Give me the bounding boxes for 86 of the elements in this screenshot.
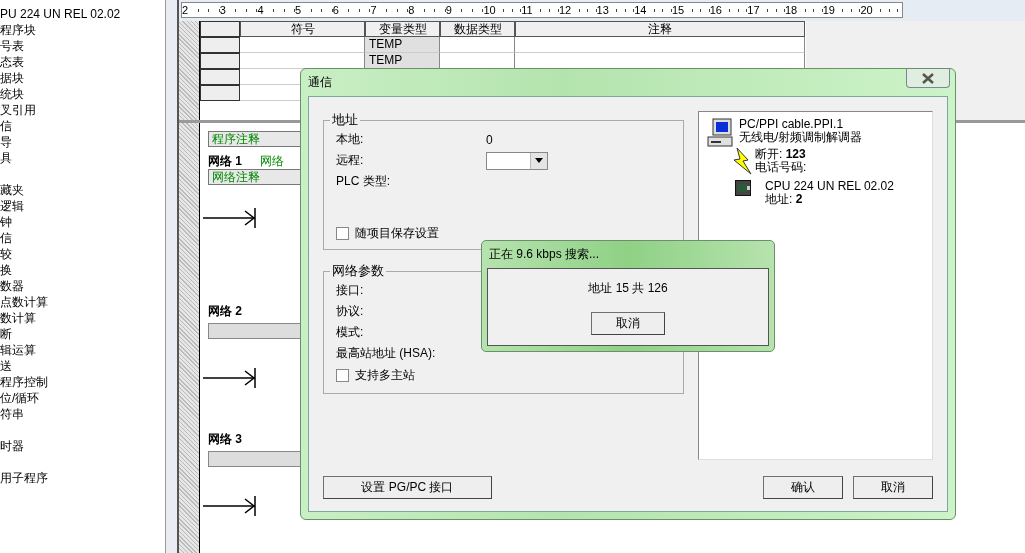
tree-item[interactable]: 态表 <box>0 54 165 70</box>
field-label: 本地: <box>336 131 365 148</box>
cancel-button[interactable]: 取消 <box>591 312 665 335</box>
tree-item[interactable]: 符串 <box>0 406 165 422</box>
search-progress-text: 地址 15 共 126 <box>588 280 668 297</box>
network-title: 网络 1 <box>208 152 242 170</box>
tree-item[interactable]: 辑运算 <box>0 342 165 358</box>
network-title: 网络 3 <box>208 430 242 448</box>
checkbox[interactable] <box>336 369 349 382</box>
tree-item[interactable]: 数计算 <box>0 310 165 326</box>
tree-item[interactable]: 钟 <box>0 214 165 230</box>
ruler-number: 5 <box>295 4 302 17</box>
ruler-number: 13 <box>596 4 609 17</box>
checkbox[interactable] <box>336 227 349 240</box>
group-title: 地址 <box>331 111 359 129</box>
field-label: 模式: <box>336 324 365 341</box>
ruler-number: 2 <box>182 4 189 17</box>
tree-node-label: 无线电/射频调制解调器 <box>739 131 863 144</box>
tree-item[interactable]: 较 <box>0 246 165 262</box>
network-title: 网络 2 <box>208 302 242 320</box>
ruler-number: 6 <box>332 4 339 17</box>
field-label: 远程: <box>336 152 365 169</box>
ruler-number: 8 <box>408 4 415 17</box>
close-icon <box>921 72 935 84</box>
tree-item[interactable]: 导 <box>0 134 165 150</box>
field-label: 协议: <box>336 303 365 320</box>
cancel-button[interactable]: 取消 <box>853 476 933 499</box>
ok-button[interactable]: 确认 <box>763 476 843 499</box>
tree-item[interactable]: 用子程序 <box>0 470 165 486</box>
set-pg-pc-interface-button[interactable]: 设置 PG/PC 接口 <box>323 476 492 499</box>
ruler-number: 15 <box>671 4 685 17</box>
tree-item[interactable]: 送 <box>0 358 165 374</box>
close-button[interactable] <box>906 69 950 88</box>
checkbox-label: 支持多主站 <box>355 367 415 384</box>
ruler-number: 9 <box>445 4 452 17</box>
ruler-number: 20 <box>860 4 873 17</box>
tree-item[interactable]: 位/循环 <box>0 390 165 406</box>
tree-node-label: 断开: 123 <box>755 148 807 161</box>
dialog-title: 正在 9.6 kbps 搜索... <box>488 246 601 263</box>
remote-dropdown[interactable] <box>486 151 548 170</box>
tree-item[interactable]: 断 <box>0 326 165 342</box>
ruler-number: 17 <box>747 4 760 17</box>
program-comment: 程序注释 <box>208 131 303 147</box>
tree-node-label: PC/PPI cable.PPI.1 <box>739 118 845 131</box>
ruler-number: 14 <box>634 4 647 17</box>
tree-item[interactable]: 信 <box>0 118 165 134</box>
splitter[interactable] <box>165 0 179 553</box>
field-label: 最高站地址 (HSA): <box>336 345 437 362</box>
tree-item[interactable]: 程序块 <box>0 22 165 38</box>
lightning-icon <box>731 148 753 176</box>
tree-item[interactable]: 程序控制 <box>0 374 165 390</box>
dialog-title: 通信 <box>308 74 332 91</box>
network-label: 网络 <box>260 152 284 170</box>
tree-item[interactable]: 具 <box>0 150 165 166</box>
ruler-number: 7 <box>370 4 377 17</box>
tree-node-label: 电话号码: <box>755 161 807 174</box>
ruler-number: 19 <box>822 4 835 17</box>
ruler-number: 4 <box>257 4 264 17</box>
plc-icon <box>735 180 751 196</box>
field-value: 0 <box>486 132 493 147</box>
tree-item[interactable]: 换 <box>0 262 165 278</box>
checkbox-label: 随项目保存设置 <box>355 225 439 242</box>
dropdown-arrow-icon <box>535 158 543 163</box>
tree-item[interactable]: 时器 <box>0 438 165 454</box>
tree-item[interactable]: 信 <box>0 230 165 246</box>
field-label: PLC 类型: <box>336 173 391 190</box>
network-comment: 网络注释 <box>208 169 303 185</box>
tree-item[interactable]: 号表 <box>0 38 165 54</box>
tree-node-label: 地址: 2 <box>765 193 804 206</box>
ruler-number: 11 <box>521 4 533 17</box>
ruler-number: 12 <box>558 4 572 17</box>
tree-node-label: CPU 224 UN REL 02.02 <box>765 180 894 193</box>
tree-item[interactable]: 数器 <box>0 278 165 294</box>
tree-item[interactable]: 点数计算 <box>0 294 165 310</box>
ruler-number: 18 <box>785 4 798 17</box>
ruler-number: 3 <box>219 4 226 17</box>
tree-item[interactable]: 叉引用 <box>0 102 165 118</box>
tree-item[interactable]: 藏夹 <box>0 182 165 198</box>
field-label: 接口: <box>336 282 365 299</box>
ruler-number: 16 <box>709 4 722 17</box>
ruler-number: 10 <box>483 4 496 17</box>
tree-item[interactable]: 据块 <box>0 70 165 86</box>
group-title: 网络参数 <box>331 262 385 280</box>
tree-item[interactable]: PU 224 UN REL 02.02 <box>0 6 165 22</box>
tree-item[interactable]: 逻辑 <box>0 198 165 214</box>
tree-item[interactable]: 统块 <box>0 86 165 102</box>
